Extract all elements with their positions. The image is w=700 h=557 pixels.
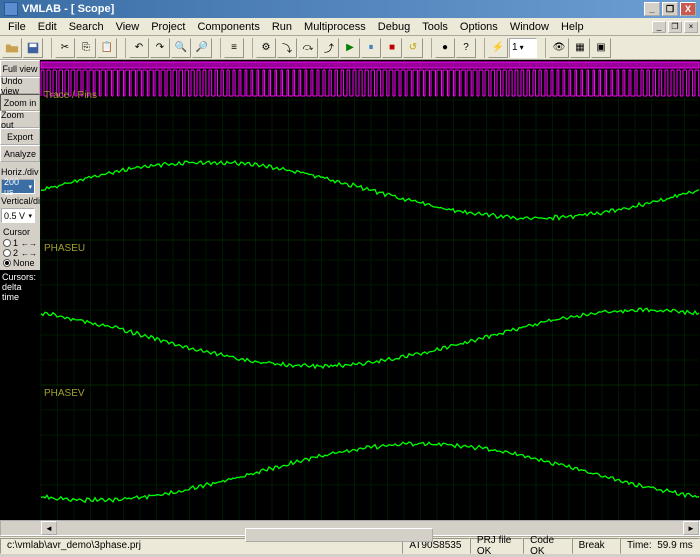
menu-run[interactable]: Run bbox=[266, 19, 298, 35]
paste-icon[interactable]: 📋 bbox=[97, 38, 117, 58]
watch-icon[interactable]: 👁 bbox=[549, 38, 569, 58]
list-icon[interactable]: ≡ bbox=[224, 38, 244, 58]
cursor-group: Cursor 1←→ 2←→ None bbox=[0, 224, 40, 270]
redo-icon[interactable]: ↷ bbox=[150, 38, 170, 58]
app-icon bbox=[4, 2, 18, 16]
menu-search[interactable]: Search bbox=[63, 19, 110, 35]
cursor-radio-2[interactable]: 2←→ bbox=[2, 248, 38, 258]
undo-icon[interactable]: ↶ bbox=[129, 38, 149, 58]
mdi-controls: _ ❐ × bbox=[652, 21, 698, 33]
proc-dropdown[interactable]: 1 bbox=[509, 38, 537, 58]
oscilloscope-display[interactable]: Trace / Pins PHASEU PHASEV bbox=[40, 60, 700, 520]
separator bbox=[479, 38, 485, 58]
scroll-thumb[interactable] bbox=[245, 528, 433, 542]
phasev-label: PHASEV bbox=[44, 388, 85, 399]
menu-file[interactable]: File bbox=[2, 19, 32, 35]
main-area: Full view Undo view Zoom in Zoom out Exp… bbox=[0, 60, 700, 520]
menu-components[interactable]: Components bbox=[191, 19, 265, 35]
menu-help[interactable]: Help bbox=[555, 19, 590, 35]
menu-view[interactable]: View bbox=[110, 19, 146, 35]
menu-bar: File Edit Search View Project Components… bbox=[0, 18, 700, 36]
run-icon[interactable]: ▶ bbox=[340, 38, 360, 58]
menu-tools[interactable]: Tools bbox=[416, 19, 454, 35]
toolbar: ✂ ⎘ 📋 ↶ ↷ 🔍 🔎 ≡ ⚙ ⤵ ⤼ ⤴ ▶ ⏸ ■ ↺ ● ? ⚡ 1 … bbox=[0, 36, 700, 60]
cut-icon[interactable]: ✂ bbox=[55, 38, 75, 58]
full-view-button[interactable]: Full view bbox=[0, 60, 40, 77]
export-button[interactable]: Export bbox=[0, 128, 40, 145]
analyze-button[interactable]: Analyze bbox=[0, 145, 40, 162]
open-file-icon[interactable] bbox=[2, 38, 22, 58]
cursor-label: Cursor bbox=[2, 226, 38, 238]
menu-multiprocess[interactable]: Multiprocess bbox=[298, 19, 372, 35]
help-icon[interactable]: ? bbox=[456, 38, 476, 58]
stop-icon[interactable]: ■ bbox=[382, 38, 402, 58]
separator bbox=[540, 38, 546, 58]
separator bbox=[426, 38, 432, 58]
separator bbox=[46, 38, 52, 58]
trace-pins-label: Trace / Pins bbox=[44, 90, 97, 101]
window-controls: _ ❐ X bbox=[644, 2, 696, 16]
zoom-out-button[interactable]: Zoom out bbox=[0, 111, 40, 128]
phaseu-label: PHASEU bbox=[44, 243, 85, 254]
cursor-radio-1[interactable]: 1←→ bbox=[2, 238, 38, 248]
menu-options[interactable]: Options bbox=[454, 19, 504, 35]
status-break: Break bbox=[572, 538, 620, 554]
breakpoint-icon[interactable]: ● bbox=[435, 38, 455, 58]
cursors-delta-time: delta time bbox=[2, 282, 38, 302]
menu-edit[interactable]: Edit bbox=[32, 19, 63, 35]
window-title: VMLAB - [ Scope] bbox=[22, 3, 644, 15]
separator bbox=[215, 38, 221, 58]
status-code: Code OK bbox=[523, 538, 571, 554]
memory-icon[interactable]: ▦ bbox=[570, 38, 590, 58]
zoom-in-button[interactable]: Zoom in bbox=[0, 94, 40, 111]
time-scrollbar[interactable]: ◄ ► bbox=[0, 520, 700, 536]
scope-sidebar: Full view Undo view Zoom in Zoom out Exp… bbox=[0, 60, 40, 520]
menu-project[interactable]: Project bbox=[145, 19, 191, 35]
mdi-restore[interactable]: ❐ bbox=[668, 21, 682, 33]
mdi-minimize[interactable]: _ bbox=[652, 21, 666, 33]
scroll-left-icon[interactable]: ◄ bbox=[41, 521, 57, 535]
horiz-dropdown[interactable]: 200 us bbox=[1, 179, 35, 194]
maximize-button[interactable]: ❐ bbox=[662, 2, 678, 16]
reset-icon[interactable]: ↺ bbox=[403, 38, 423, 58]
find-next-icon[interactable]: 🔎 bbox=[192, 38, 212, 58]
pause-icon[interactable]: ⏸ bbox=[361, 38, 381, 58]
build-icon[interactable]: ⚙ bbox=[256, 38, 276, 58]
scope-canvas bbox=[40, 60, 700, 520]
minimize-button[interactable]: _ bbox=[644, 2, 660, 16]
step-into-icon[interactable]: ⤵ bbox=[277, 38, 297, 58]
title-bar: VMLAB - [ Scope] _ ❐ X bbox=[0, 0, 700, 18]
mdi-close[interactable]: × bbox=[684, 21, 698, 33]
separator bbox=[120, 38, 126, 58]
save-icon[interactable] bbox=[23, 38, 43, 58]
menu-debug[interactable]: Debug bbox=[372, 19, 416, 35]
chip-icon[interactable]: ▣ bbox=[591, 38, 611, 58]
cursors-title: Cursors: bbox=[2, 272, 38, 282]
scroll-right-icon[interactable]: ► bbox=[683, 521, 699, 535]
close-button[interactable]: X bbox=[680, 2, 696, 16]
vert-dropdown[interactable]: 0.5 V bbox=[1, 208, 35, 223]
step-out-icon[interactable]: ⤴ bbox=[319, 38, 339, 58]
vert-label: Vertical/div bbox=[0, 195, 40, 207]
undo-view-button[interactable]: Undo view bbox=[0, 77, 40, 94]
find-icon[interactable]: 🔍 bbox=[171, 38, 191, 58]
cursors-panel: Cursors: delta time bbox=[0, 270, 40, 520]
step-over-icon[interactable]: ⤼ bbox=[298, 38, 318, 58]
cursor-radio-none[interactable]: None bbox=[2, 258, 38, 268]
separator bbox=[247, 38, 253, 58]
status-time: Time: 59.9 ms bbox=[620, 538, 700, 554]
status-prj: PRJ file OK bbox=[470, 538, 523, 554]
flash-icon[interactable]: ⚡ bbox=[488, 38, 508, 58]
menu-window[interactable]: Window bbox=[504, 19, 555, 35]
copy-icon[interactable]: ⎘ bbox=[76, 38, 96, 58]
